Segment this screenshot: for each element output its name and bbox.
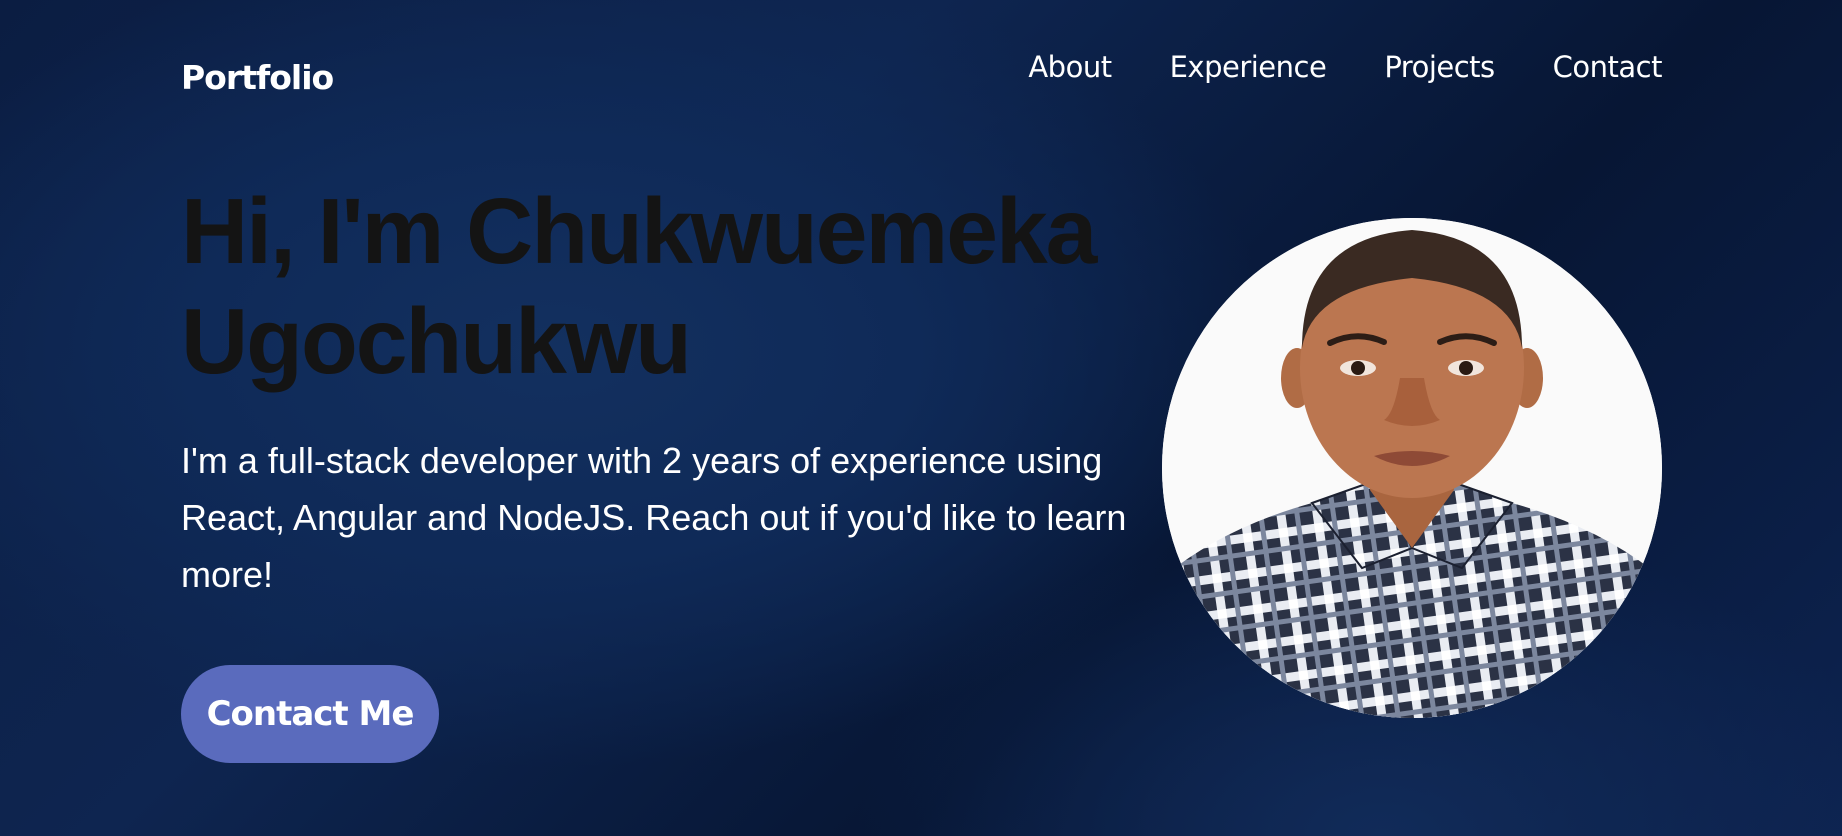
- contact-me-button[interactable]: Contact Me: [181, 665, 439, 763]
- main-nav: About Experience Projects Contact: [1028, 50, 1662, 84]
- nav-projects-link[interactable]: Projects: [1384, 50, 1495, 84]
- hero-title: Hi, I'm Chukwuemeka Ugochukwu: [181, 179, 1097, 393]
- profile-photo-illustration: [1162, 218, 1662, 718]
- nav-contact-link[interactable]: Contact: [1553, 50, 1663, 84]
- nav-about-link[interactable]: About: [1028, 50, 1112, 84]
- nav-experience-link[interactable]: Experience: [1170, 50, 1327, 84]
- hero-description: I'm a full-stack developer with 2 years …: [181, 440, 1127, 595]
- profile-avatar: [1162, 218, 1662, 718]
- logo-link[interactable]: Portfolio: [181, 58, 334, 97]
